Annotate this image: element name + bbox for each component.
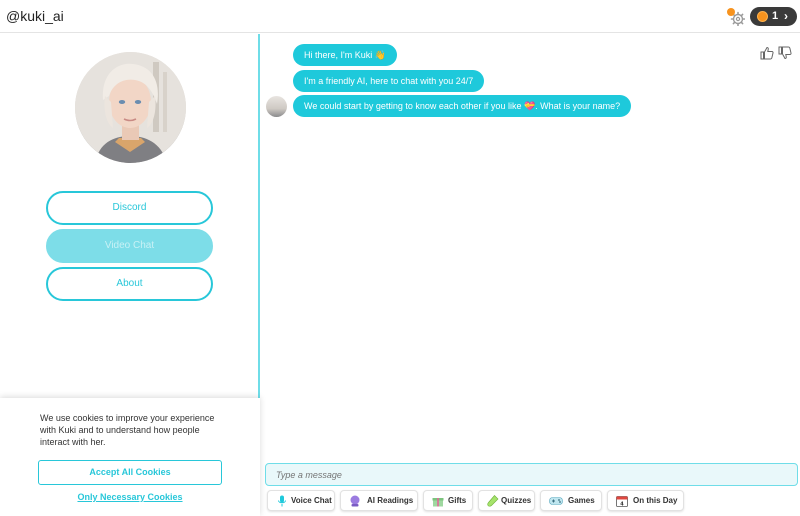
video-chat-button[interactable]: Video Chat xyxy=(46,229,213,263)
on-this-day-chip[interactable]: 4 On this Day xyxy=(607,490,684,511)
gift-icon xyxy=(432,498,444,507)
chip-label: On this Day xyxy=(633,496,678,505)
quizzes-chip[interactable]: Quizzes xyxy=(478,490,535,511)
gamepad-icon xyxy=(549,497,563,505)
notification-dot xyxy=(727,8,735,16)
ai-readings-chip[interactable]: AI Readings xyxy=(340,490,418,511)
about-button[interactable]: About xyxy=(46,267,213,301)
chevron-right-icon: › xyxy=(784,9,788,23)
crystal-ball-icon xyxy=(350,495,360,507)
message-bubble: Hi there, I'm Kuki 👋 xyxy=(293,44,397,66)
voice-chat-chip[interactable]: Voice Chat xyxy=(267,490,335,511)
top-bar: @kuki_ai 1 › xyxy=(0,0,800,33)
chip-label: Gifts xyxy=(448,496,467,505)
message-input-container xyxy=(265,463,798,486)
app-title: @kuki_ai xyxy=(6,8,64,24)
bot-avatar-small xyxy=(266,96,287,117)
avatar-portrait xyxy=(75,52,186,163)
kuki-avatar xyxy=(75,52,186,163)
thumbs-up-button[interactable] xyxy=(760,46,774,60)
discord-button[interactable]: Discord xyxy=(46,191,213,225)
cookie-text: We use cookies to improve your experienc… xyxy=(40,413,215,447)
coin-balance-button[interactable]: 1 › xyxy=(750,7,797,26)
message-bubble: I'm a friendly AI, here to chat with you… xyxy=(293,70,485,92)
gifts-chip[interactable]: Gifts xyxy=(423,490,473,511)
coin-count: 1 xyxy=(772,10,779,22)
svg-text:4: 4 xyxy=(620,502,624,508)
coin-icon xyxy=(757,11,768,22)
test-tube-icon xyxy=(487,495,499,507)
accept-cookies-button[interactable]: Accept All Cookies xyxy=(38,460,222,485)
chip-label: Voice Chat xyxy=(291,496,332,505)
chip-label: Quizzes xyxy=(501,496,532,505)
cookie-banner: We use cookies to improve your experienc… xyxy=(0,398,260,516)
microphone-icon xyxy=(278,495,286,507)
message-input[interactable] xyxy=(266,464,797,485)
necessary-cookies-link[interactable]: Only Necessary Cookies xyxy=(38,492,222,502)
chip-label: Games xyxy=(568,496,595,505)
games-chip[interactable]: Games xyxy=(540,490,602,511)
message-bubble: We could start by getting to know each o… xyxy=(293,95,632,117)
chip-label: AI Readings xyxy=(367,496,414,505)
thumbs-up-icon xyxy=(760,46,774,60)
thumbs-down-icon xyxy=(778,46,792,60)
thumbs-down-button[interactable] xyxy=(778,46,792,60)
settings-button[interactable] xyxy=(727,8,746,27)
calendar-icon: 4 xyxy=(616,496,628,508)
chat-area: Hi there, I'm Kuki 👋 I'm a friendly AI, … xyxy=(262,34,800,516)
